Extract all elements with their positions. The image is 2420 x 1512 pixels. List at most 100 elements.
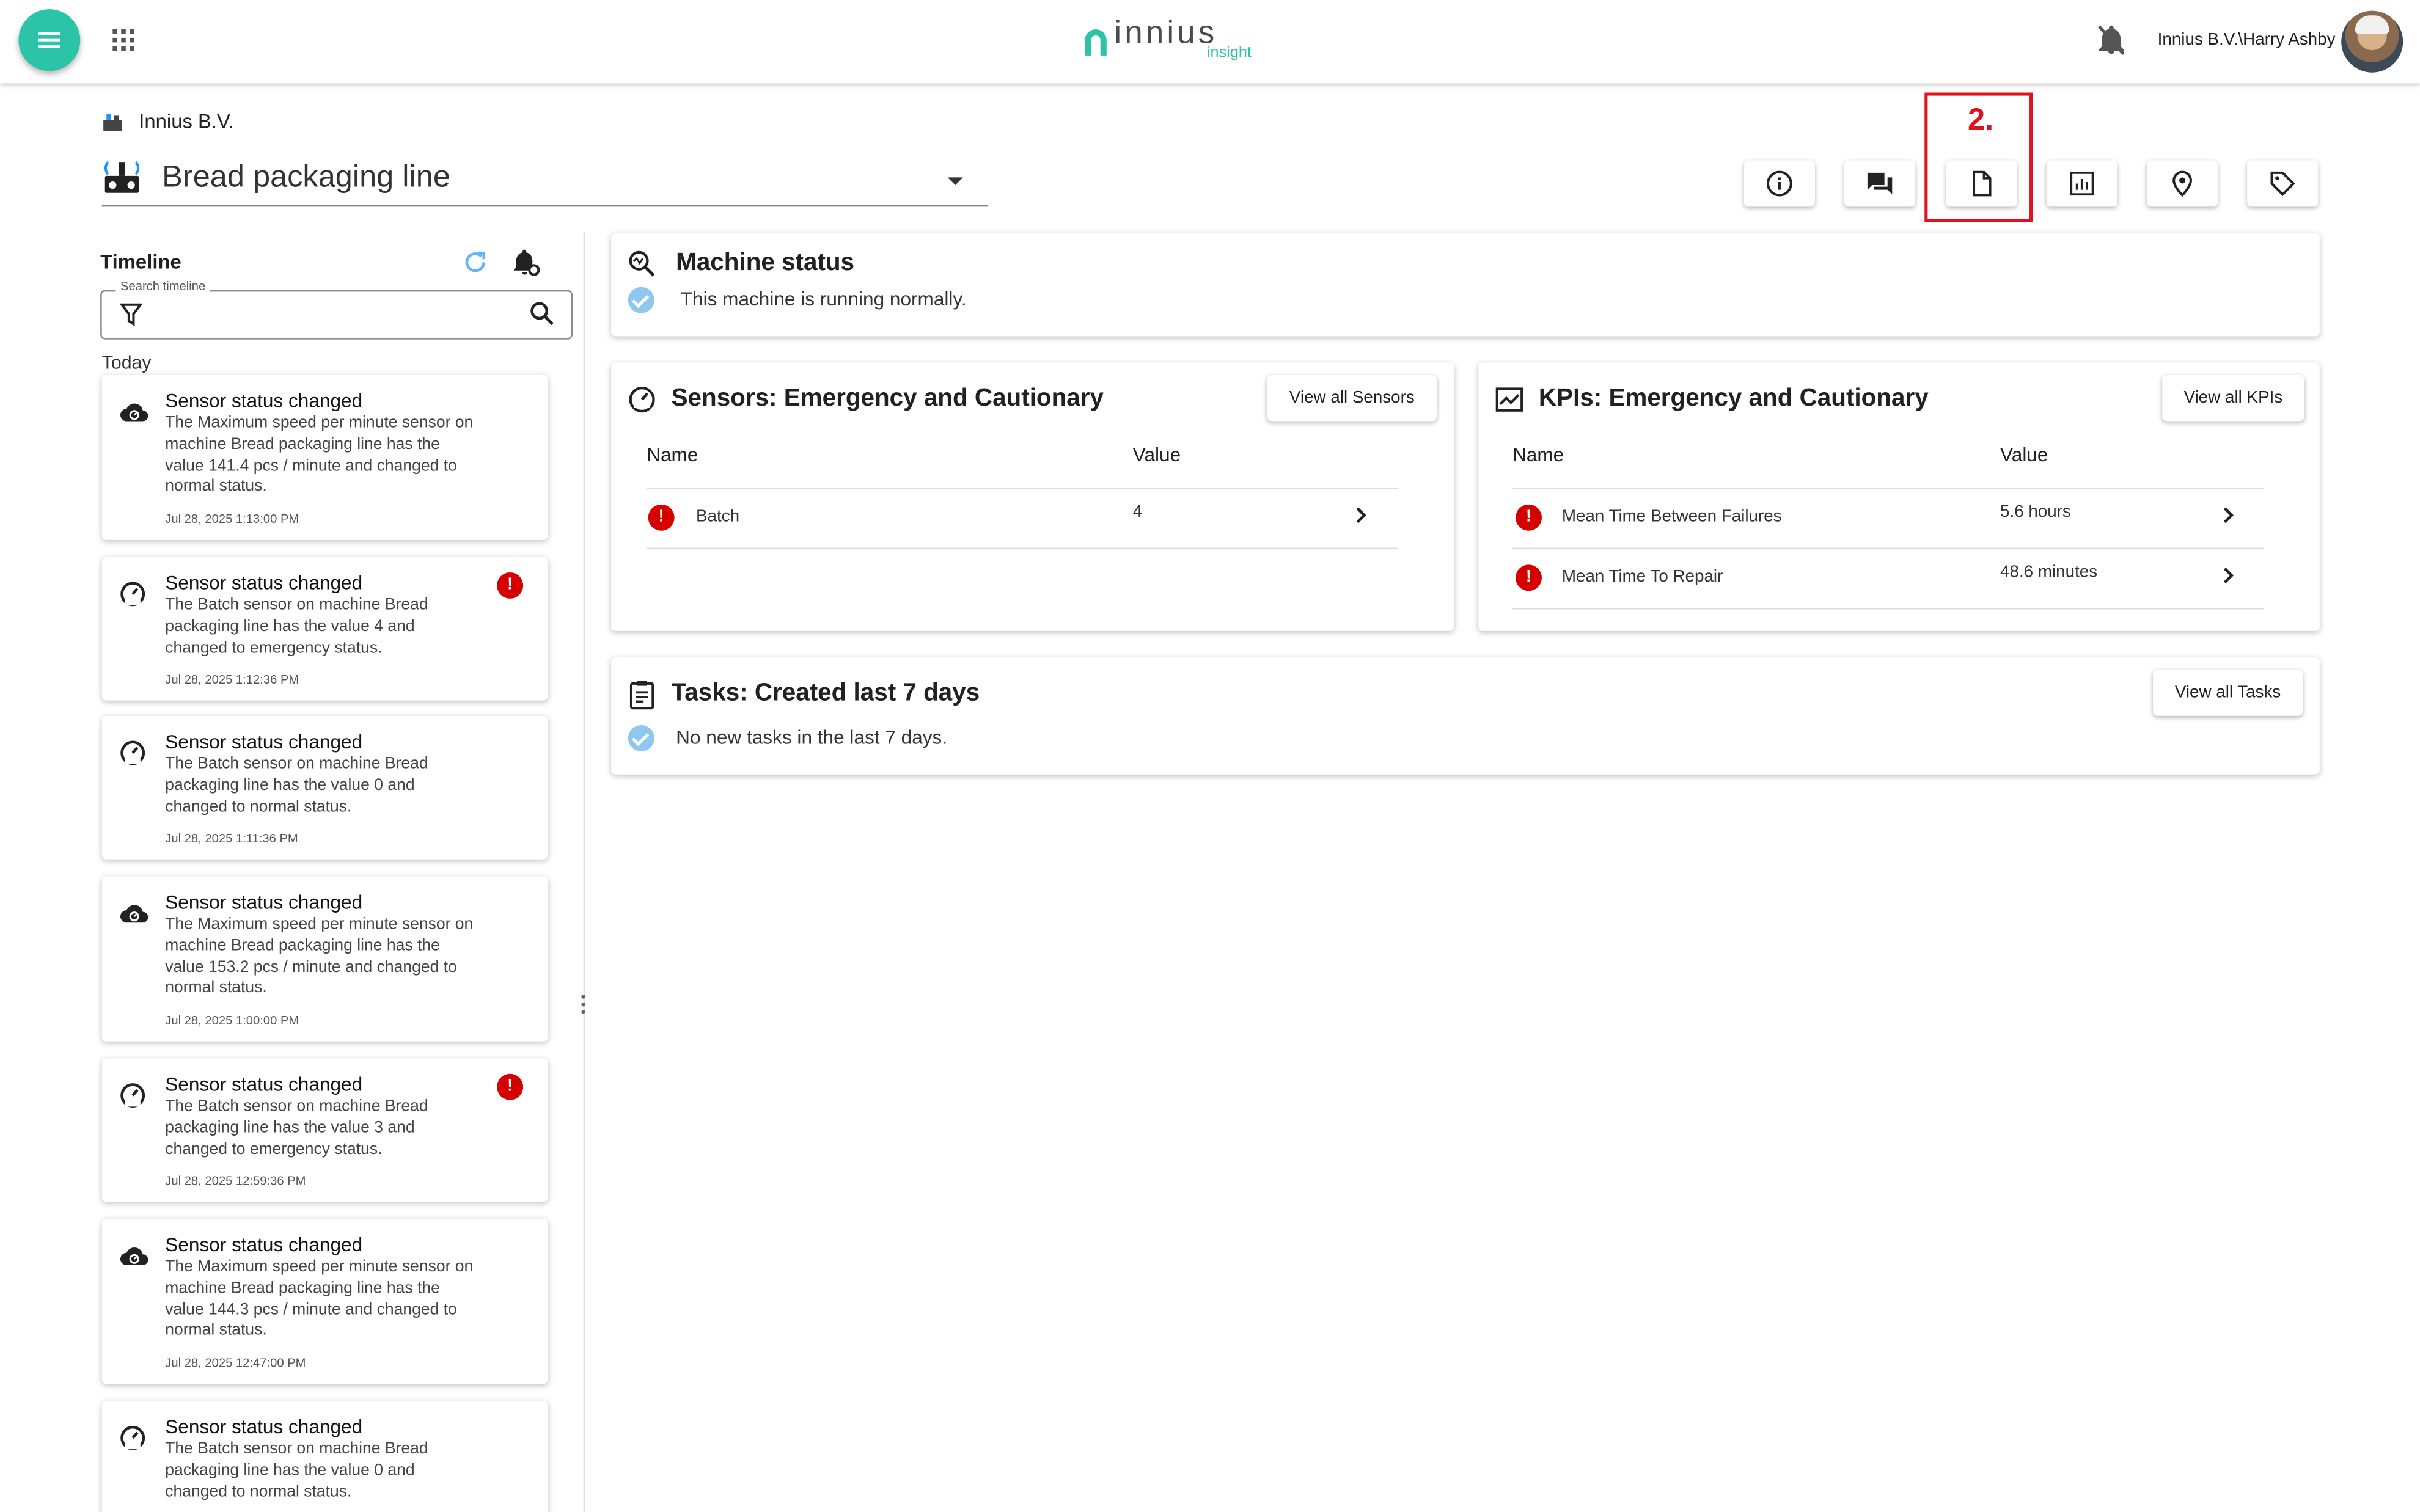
timeline-item[interactable]: Sensor status changed The Batch sensor on… bbox=[101, 715, 548, 860]
timeline-item[interactable]: Sensor status changed The Batch sensor on… bbox=[101, 1058, 548, 1202]
info-button[interactable] bbox=[1744, 160, 1815, 207]
dropdown-caret-icon[interactable] bbox=[947, 177, 963, 186]
sensors-col-value: Value bbox=[1132, 444, 1181, 466]
organization-icon bbox=[103, 114, 122, 131]
timeline-item-body: The Maximum speed per minute sensor on m… bbox=[165, 413, 474, 496]
check-circle-icon bbox=[628, 287, 654, 313]
gauge-icon bbox=[120, 740, 145, 765]
menu-button[interactable] bbox=[18, 9, 81, 71]
search-icon[interactable] bbox=[529, 301, 554, 326]
kpis-panel: KPIs: Emergency and Cautionary View all … bbox=[1478, 362, 2320, 631]
sensors-panel: Sensors: Emergency and Cautionary View a… bbox=[611, 362, 1454, 631]
chevron-right-icon[interactable] bbox=[1354, 506, 1369, 524]
clipboard-icon bbox=[629, 681, 654, 710]
timeline-item-body: The Maximum speed per minute sensor on m… bbox=[165, 1257, 474, 1340]
chat-button[interactable] bbox=[1844, 160, 1916, 207]
tags-button[interactable] bbox=[2247, 160, 2319, 207]
machine-status-message: This machine is running normally. bbox=[680, 288, 967, 310]
table-divider bbox=[647, 488, 1399, 489]
view-all-sensors-button[interactable]: View all Sensors bbox=[1267, 374, 1437, 422]
sensor-row-name: Batch bbox=[696, 507, 740, 527]
apps-grid-icon[interactable] bbox=[108, 24, 139, 56]
timeline-item-time: Jul 28, 2025 1:12:36 PM bbox=[165, 673, 299, 687]
tasks-title: Tasks: Created last 7 days bbox=[671, 680, 980, 707]
timeline-item-title: Sensor status changed bbox=[165, 731, 363, 753]
timeline-item-time: Jul 28, 2025 12:47:00 PM bbox=[165, 1356, 306, 1370]
timeline-item[interactable]: Sensor status changed The Batch sensor on… bbox=[101, 557, 548, 701]
organization-name[interactable]: Innius B.V. bbox=[139, 109, 234, 133]
kpis-title: KPIs: Emergency and Cautionary bbox=[1538, 385, 1929, 412]
hamburger-icon bbox=[38, 32, 61, 48]
timeline-item-body: The Batch sensor on machine Bread packag… bbox=[165, 595, 428, 657]
drag-handle-icon[interactable] bbox=[581, 993, 587, 1015]
kpi-row-value: 48.6 minutes bbox=[2000, 563, 2098, 582]
timeline-item[interactable]: Sensor status changed The Maximum speed p… bbox=[101, 876, 548, 1042]
logo-subtitle: insight bbox=[1206, 45, 1252, 62]
chevron-right-icon[interactable] bbox=[2221, 566, 2236, 585]
tag-icon bbox=[2270, 171, 2295, 197]
table-divider bbox=[1512, 608, 2264, 610]
top-app-bar: innius insight Innius B.V.\Harry Ashby bbox=[0, 0, 2420, 84]
timeline-item-title: Sensor status changed bbox=[165, 390, 363, 412]
kpi-row-name: Mean Time To Repair bbox=[1561, 568, 1723, 586]
timeline-item[interactable]: Sensor status changed The Batch sensor on… bbox=[101, 1401, 548, 1512]
tasks-message: No new tasks in the last 7 days. bbox=[676, 726, 948, 748]
timeline-day-label: Today bbox=[101, 351, 152, 374]
location-button[interactable] bbox=[2146, 160, 2218, 207]
cloud-sensor-icon bbox=[120, 403, 148, 422]
cloud-sensor-icon bbox=[120, 905, 148, 923]
check-circle-icon bbox=[628, 725, 654, 751]
reports-button[interactable] bbox=[2046, 160, 2118, 207]
logo-text: innius bbox=[1114, 15, 1218, 51]
machine-name[interactable]: Bread packaging line bbox=[162, 161, 450, 196]
info-icon bbox=[1766, 170, 1792, 197]
timeline-item-body: The Batch sensor on machine Bread packag… bbox=[165, 1439, 428, 1501]
search-timeline-label: Search timeline bbox=[116, 279, 210, 293]
highlight-annotation-label: 2. bbox=[1968, 103, 1994, 137]
timeline-item-time: Jul 28, 2025 12:59:36 PM bbox=[165, 1174, 306, 1188]
table-divider bbox=[1512, 547, 2264, 550]
view-all-tasks-button[interactable]: View all Tasks bbox=[2153, 670, 2303, 716]
table-divider bbox=[647, 547, 1399, 550]
gauge-icon bbox=[629, 387, 655, 413]
timeline-item-time: Jul 28, 2025 1:00:00 PM bbox=[165, 1013, 299, 1028]
notification-settings-icon[interactable] bbox=[511, 247, 542, 278]
emergency-alert-icon: ! bbox=[1516, 504, 1542, 531]
notifications-off-icon[interactable] bbox=[2096, 23, 2127, 57]
line-chart-icon bbox=[1495, 387, 1524, 412]
sensor-row-value: 4 bbox=[1132, 503, 1143, 522]
view-all-kpis-button[interactable]: View all KPIs bbox=[2162, 374, 2304, 422]
timeline-item-title: Sensor status changed bbox=[165, 1234, 363, 1256]
gauge-icon bbox=[120, 1425, 145, 1450]
emergency-alert-icon: ! bbox=[648, 504, 675, 531]
timeline-item[interactable]: Sensor status changed The Maximum speed p… bbox=[101, 374, 548, 540]
location-icon bbox=[2172, 170, 2192, 197]
kpis-col-value: Value bbox=[2000, 444, 2048, 466]
timeline-title: Timeline bbox=[100, 250, 182, 274]
timeline-item-body: The Maximum speed per minute sensor on m… bbox=[165, 915, 474, 998]
timeline-item[interactable]: Sensor status changed The Maximum speed p… bbox=[101, 1219, 548, 1384]
panel-splitter[interactable] bbox=[583, 231, 585, 1512]
search-timeline-input[interactable] bbox=[100, 290, 573, 340]
gauge-icon bbox=[120, 582, 145, 607]
kpi-row-value: 5.6 hours bbox=[2000, 503, 2071, 522]
timeline-item-title: Sensor status changed bbox=[165, 891, 363, 914]
timeline-item-body: The Batch sensor on machine Bread packag… bbox=[165, 754, 428, 816]
timeline-item-time: Jul 28, 2025 1:13:00 PM bbox=[165, 512, 299, 527]
machine-status-title: Machine status bbox=[676, 250, 855, 277]
status-search-icon bbox=[629, 250, 655, 277]
filter-icon[interactable] bbox=[120, 302, 142, 327]
report-icon bbox=[2070, 171, 2094, 196]
timeline-item-title: Sensor status changed bbox=[165, 572, 363, 594]
avatar[interactable] bbox=[2341, 10, 2404, 73]
user-name[interactable]: Innius B.V.\Harry Ashby bbox=[2158, 31, 2336, 49]
chevron-right-icon[interactable] bbox=[2221, 506, 2236, 524]
kpi-row-name: Mean Time Between Failures bbox=[1561, 507, 1782, 527]
machine-status-panel: Machine status This machine is running n… bbox=[611, 233, 2320, 337]
machine-icon bbox=[104, 161, 140, 193]
timeline-item-title: Sensor status changed bbox=[165, 1416, 363, 1438]
emergency-alert-icon: ! bbox=[497, 1073, 524, 1100]
timeline-item-time: Jul 28, 2025 1:11:36 PM bbox=[165, 831, 298, 845]
refresh-icon[interactable] bbox=[461, 249, 489, 276]
timeline-item-title: Sensor status changed bbox=[165, 1073, 363, 1096]
